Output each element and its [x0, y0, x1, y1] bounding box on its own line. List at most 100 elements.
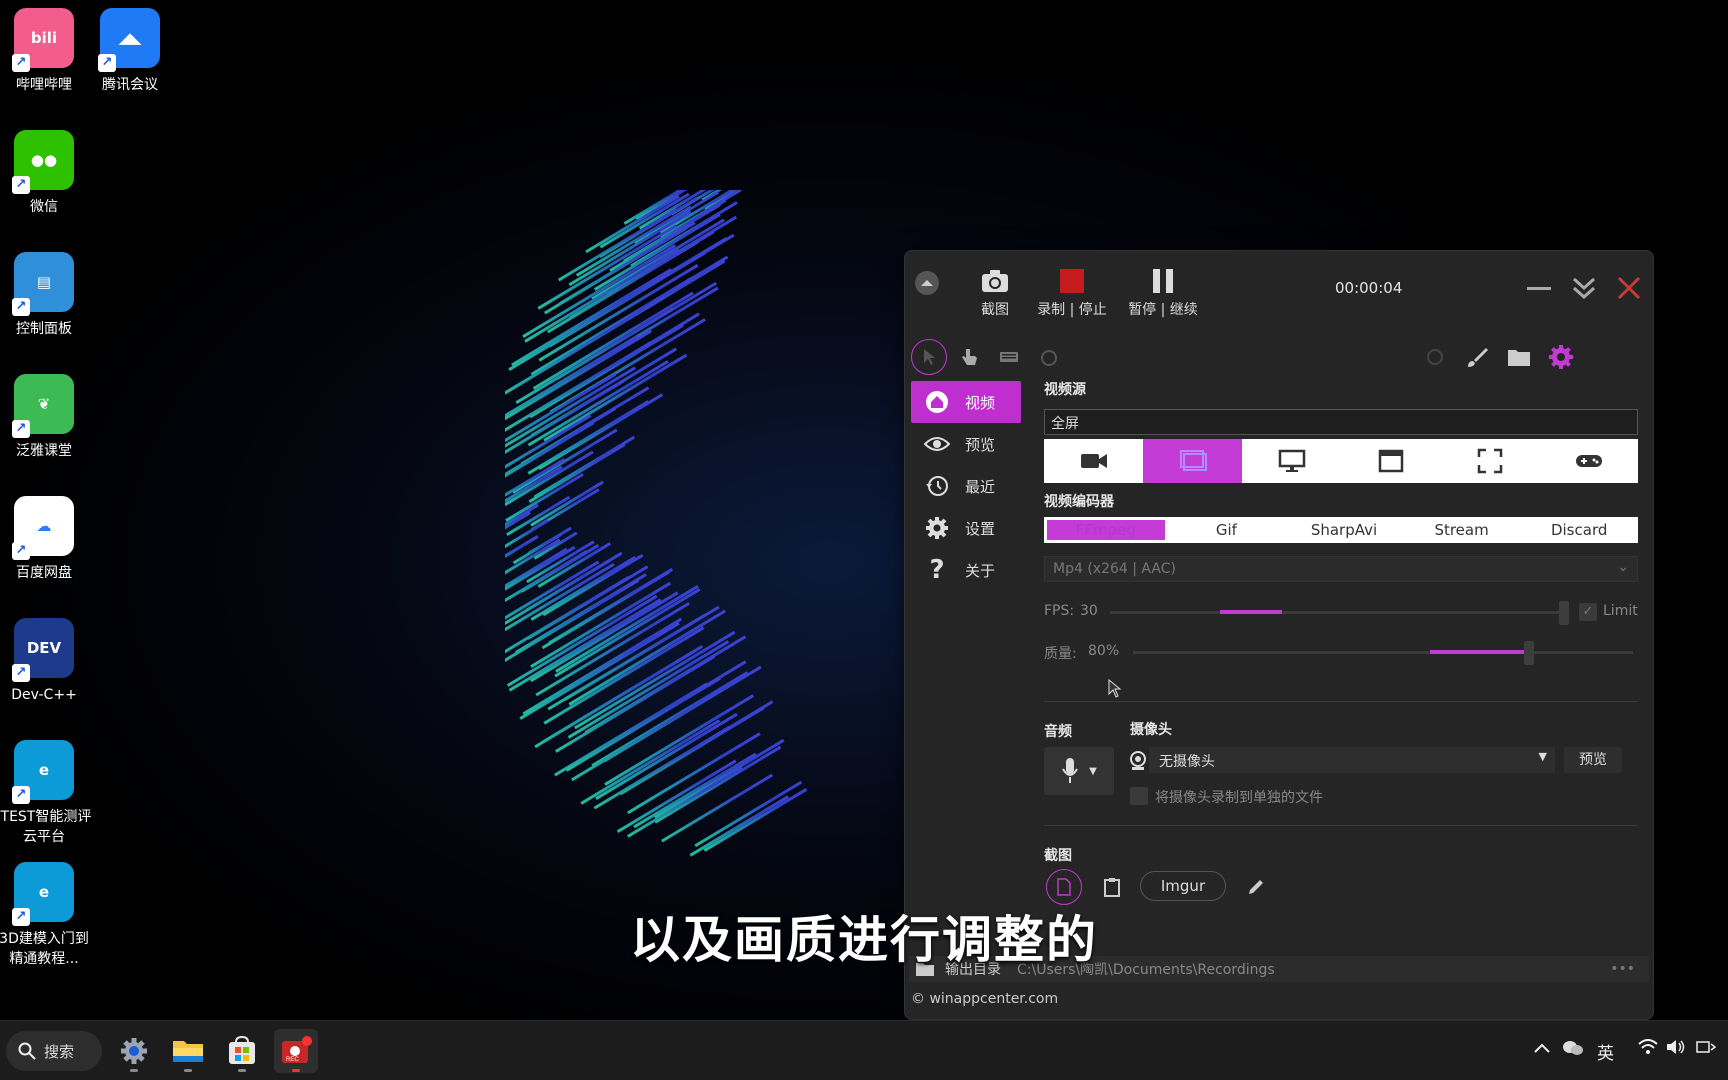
- limit-checkbox[interactable]: ✓: [1579, 603, 1597, 621]
- video-source-field[interactable]: 全屏: [1044, 409, 1638, 435]
- region-icon: [1179, 450, 1207, 471]
- tab-discard[interactable]: Discard: [1520, 517, 1638, 543]
- separate-file-checkbox[interactable]: [1130, 787, 1148, 805]
- sidebar-item-preview[interactable]: 预览: [911, 423, 1021, 465]
- quality-value: 80%: [1088, 643, 1120, 659]
- wifi-icon[interactable]: [1638, 1039, 1658, 1060]
- wifi-glyph: [1638, 1039, 1658, 1054]
- minimize-to-tray-button[interactable]: [1567, 271, 1601, 305]
- quality-slider[interactable]: [1133, 651, 1633, 654]
- question-icon: ?: [929, 555, 945, 585]
- taskbar-file-explorer[interactable]: [166, 1029, 210, 1073]
- open-folder-button[interactable]: [1501, 339, 1537, 375]
- click-toggle[interactable]: [951, 339, 987, 375]
- timer-toggle[interactable]: [1031, 339, 1067, 375]
- tab-gif[interactable]: Gif: [1168, 517, 1286, 543]
- keystrokes-toggle[interactable]: [991, 339, 1027, 375]
- desktop-shortcut[interactable]: ▤ ↗ 控制面板: [0, 252, 92, 339]
- fullscreen-icon: [1477, 448, 1502, 474]
- ime-indicator[interactable]: 英: [1597, 1039, 1614, 1064]
- pause-resume-button[interactable]: 暂停 | 继续: [1123, 263, 1203, 319]
- shortcut-arrow-icon: ↗: [12, 542, 30, 560]
- format-value: Mp4 (x264 | AAC): [1053, 561, 1176, 577]
- camera-icon: [982, 270, 1008, 292]
- fanya-icon: ❦ ↗: [12, 374, 74, 438]
- screenshot-button[interactable]: 截图: [965, 263, 1025, 319]
- desktop-shortcut[interactable]: ☁ ↗ 百度网盘: [0, 496, 92, 583]
- source-webcam-button[interactable]: [1044, 439, 1143, 483]
- chevron-down-icon: ▼: [1089, 765, 1097, 777]
- desktop-shortcut[interactable]: bili ↗ 哔哩哔哩: [0, 8, 92, 95]
- sidebar: 视频 预览 最近 设置 ? 关于: [911, 381, 1021, 591]
- devcpp-icon: DEV ↗: [12, 618, 74, 682]
- source-region-button[interactable]: [1143, 439, 1242, 483]
- tab-sharpavi[interactable]: SharpAvi: [1285, 517, 1403, 543]
- tab-ffmpeg[interactable]: FFmpeg: [1047, 520, 1165, 540]
- edge-icon: e ↗: [12, 740, 74, 804]
- overlay-toolbar: [905, 331, 1653, 381]
- screenshot-label: 截图: [981, 302, 1009, 318]
- settings-button[interactable]: [1543, 339, 1579, 375]
- desktop-shortcut[interactable]: ●● ↗ 微信: [0, 130, 92, 217]
- screenshot-title: 截图: [1044, 848, 1072, 864]
- desktop-shortcut[interactable]: ◢◣ ↗ 腾讯会议: [82, 8, 178, 95]
- fps-slider-thumb[interactable]: [1559, 601, 1569, 625]
- refresh-button[interactable]: [1417, 339, 1453, 375]
- chevron-down-icon: ⌄: [1617, 559, 1629, 575]
- webcam-value: 无摄像头: [1159, 754, 1215, 770]
- volume-icon[interactable]: [1666, 1039, 1686, 1060]
- shortcut-arrow-icon: ↗: [12, 176, 30, 194]
- sidebar-item-settings[interactable]: 设置: [911, 507, 1021, 549]
- gear-icon: [1549, 345, 1573, 369]
- shortcut-arrow-icon: ↗: [12, 420, 30, 438]
- audio-source-button[interactable]: ▼: [1044, 747, 1114, 795]
- source-screen-button[interactable]: [1242, 439, 1341, 483]
- sidebar-item-video[interactable]: 视频: [911, 381, 1021, 423]
- limit-label: Limit: [1603, 603, 1638, 619]
- control-panel-icon: ▤ ↗: [12, 252, 74, 316]
- clipboard-icon: [1104, 878, 1120, 897]
- sidebar-item-recent[interactable]: 最近: [911, 465, 1021, 507]
- webcam-preview-button[interactable]: 预览: [1564, 747, 1622, 773]
- taskbar-search[interactable]: 搜索: [6, 1031, 102, 1071]
- taskbar-settings-app[interactable]: [112, 1029, 156, 1073]
- show-hidden-icons-button[interactable]: [1534, 1039, 1550, 1059]
- mouse-pointer-icon: [1108, 679, 1122, 698]
- desktop-shortcut-label: 哔哩哔哩: [16, 77, 72, 93]
- collapse-button[interactable]: [913, 269, 941, 301]
- desktop-shortcut[interactable]: e ↗ iTEST智能测评云平台: [0, 740, 92, 847]
- fps-slider[interactable]: [1110, 611, 1560, 614]
- taskbar-store[interactable]: [220, 1029, 264, 1073]
- sidebar-item-about[interactable]: ? 关于: [911, 549, 1021, 591]
- minimize-icon: [1527, 287, 1551, 290]
- close-button[interactable]: [1612, 271, 1646, 305]
- sidebar-item-label: 视频: [965, 393, 996, 412]
- taskbar-recorder-app[interactable]: REC: [274, 1029, 318, 1073]
- brush-button[interactable]: [1459, 339, 1495, 375]
- imgur-button[interactable]: Imgur: [1140, 871, 1226, 901]
- folder-icon: [1508, 350, 1530, 366]
- source-fullscreen-button[interactable]: [1440, 439, 1539, 483]
- shortcut-arrow-icon: ↗: [12, 786, 30, 804]
- quality-slider-thumb[interactable]: [1524, 641, 1534, 665]
- format-select[interactable]: Mp4 (x264 | AAC) ⌄: [1044, 556, 1638, 582]
- record-stop-button[interactable]: 录制 | 停止: [1027, 263, 1117, 319]
- desktop-shortcut[interactable]: DEV ↗ Dev-C++: [0, 618, 92, 705]
- tray-wechat[interactable]: [1562, 1039, 1584, 1062]
- wechat-icon: ●● ↗: [12, 130, 74, 194]
- source-game-button[interactable]: [1539, 439, 1638, 483]
- recorder-app-icon: REC: [282, 1036, 312, 1063]
- cursor-toggle[interactable]: [911, 339, 947, 375]
- running-indicator: [130, 1069, 138, 1072]
- shortcut-arrow-icon: ↗: [98, 54, 116, 72]
- hand-pointer-icon: [962, 349, 977, 365]
- refresh-icon: [1427, 349, 1443, 365]
- webcam-select[interactable]: 无摄像头 ▼: [1149, 747, 1555, 773]
- source-window-button[interactable]: [1341, 439, 1440, 483]
- running-indicator: [238, 1069, 246, 1072]
- desktop-shortcut[interactable]: ❦ ↗ 泛雅课堂: [0, 374, 92, 461]
- minimize-button[interactable]: [1522, 271, 1556, 305]
- battery-icon[interactable]: [1696, 1039, 1717, 1060]
- tab-stream[interactable]: Stream: [1403, 517, 1521, 543]
- desktop-shortcut-label: iTEST智能测评云平台: [0, 809, 92, 845]
